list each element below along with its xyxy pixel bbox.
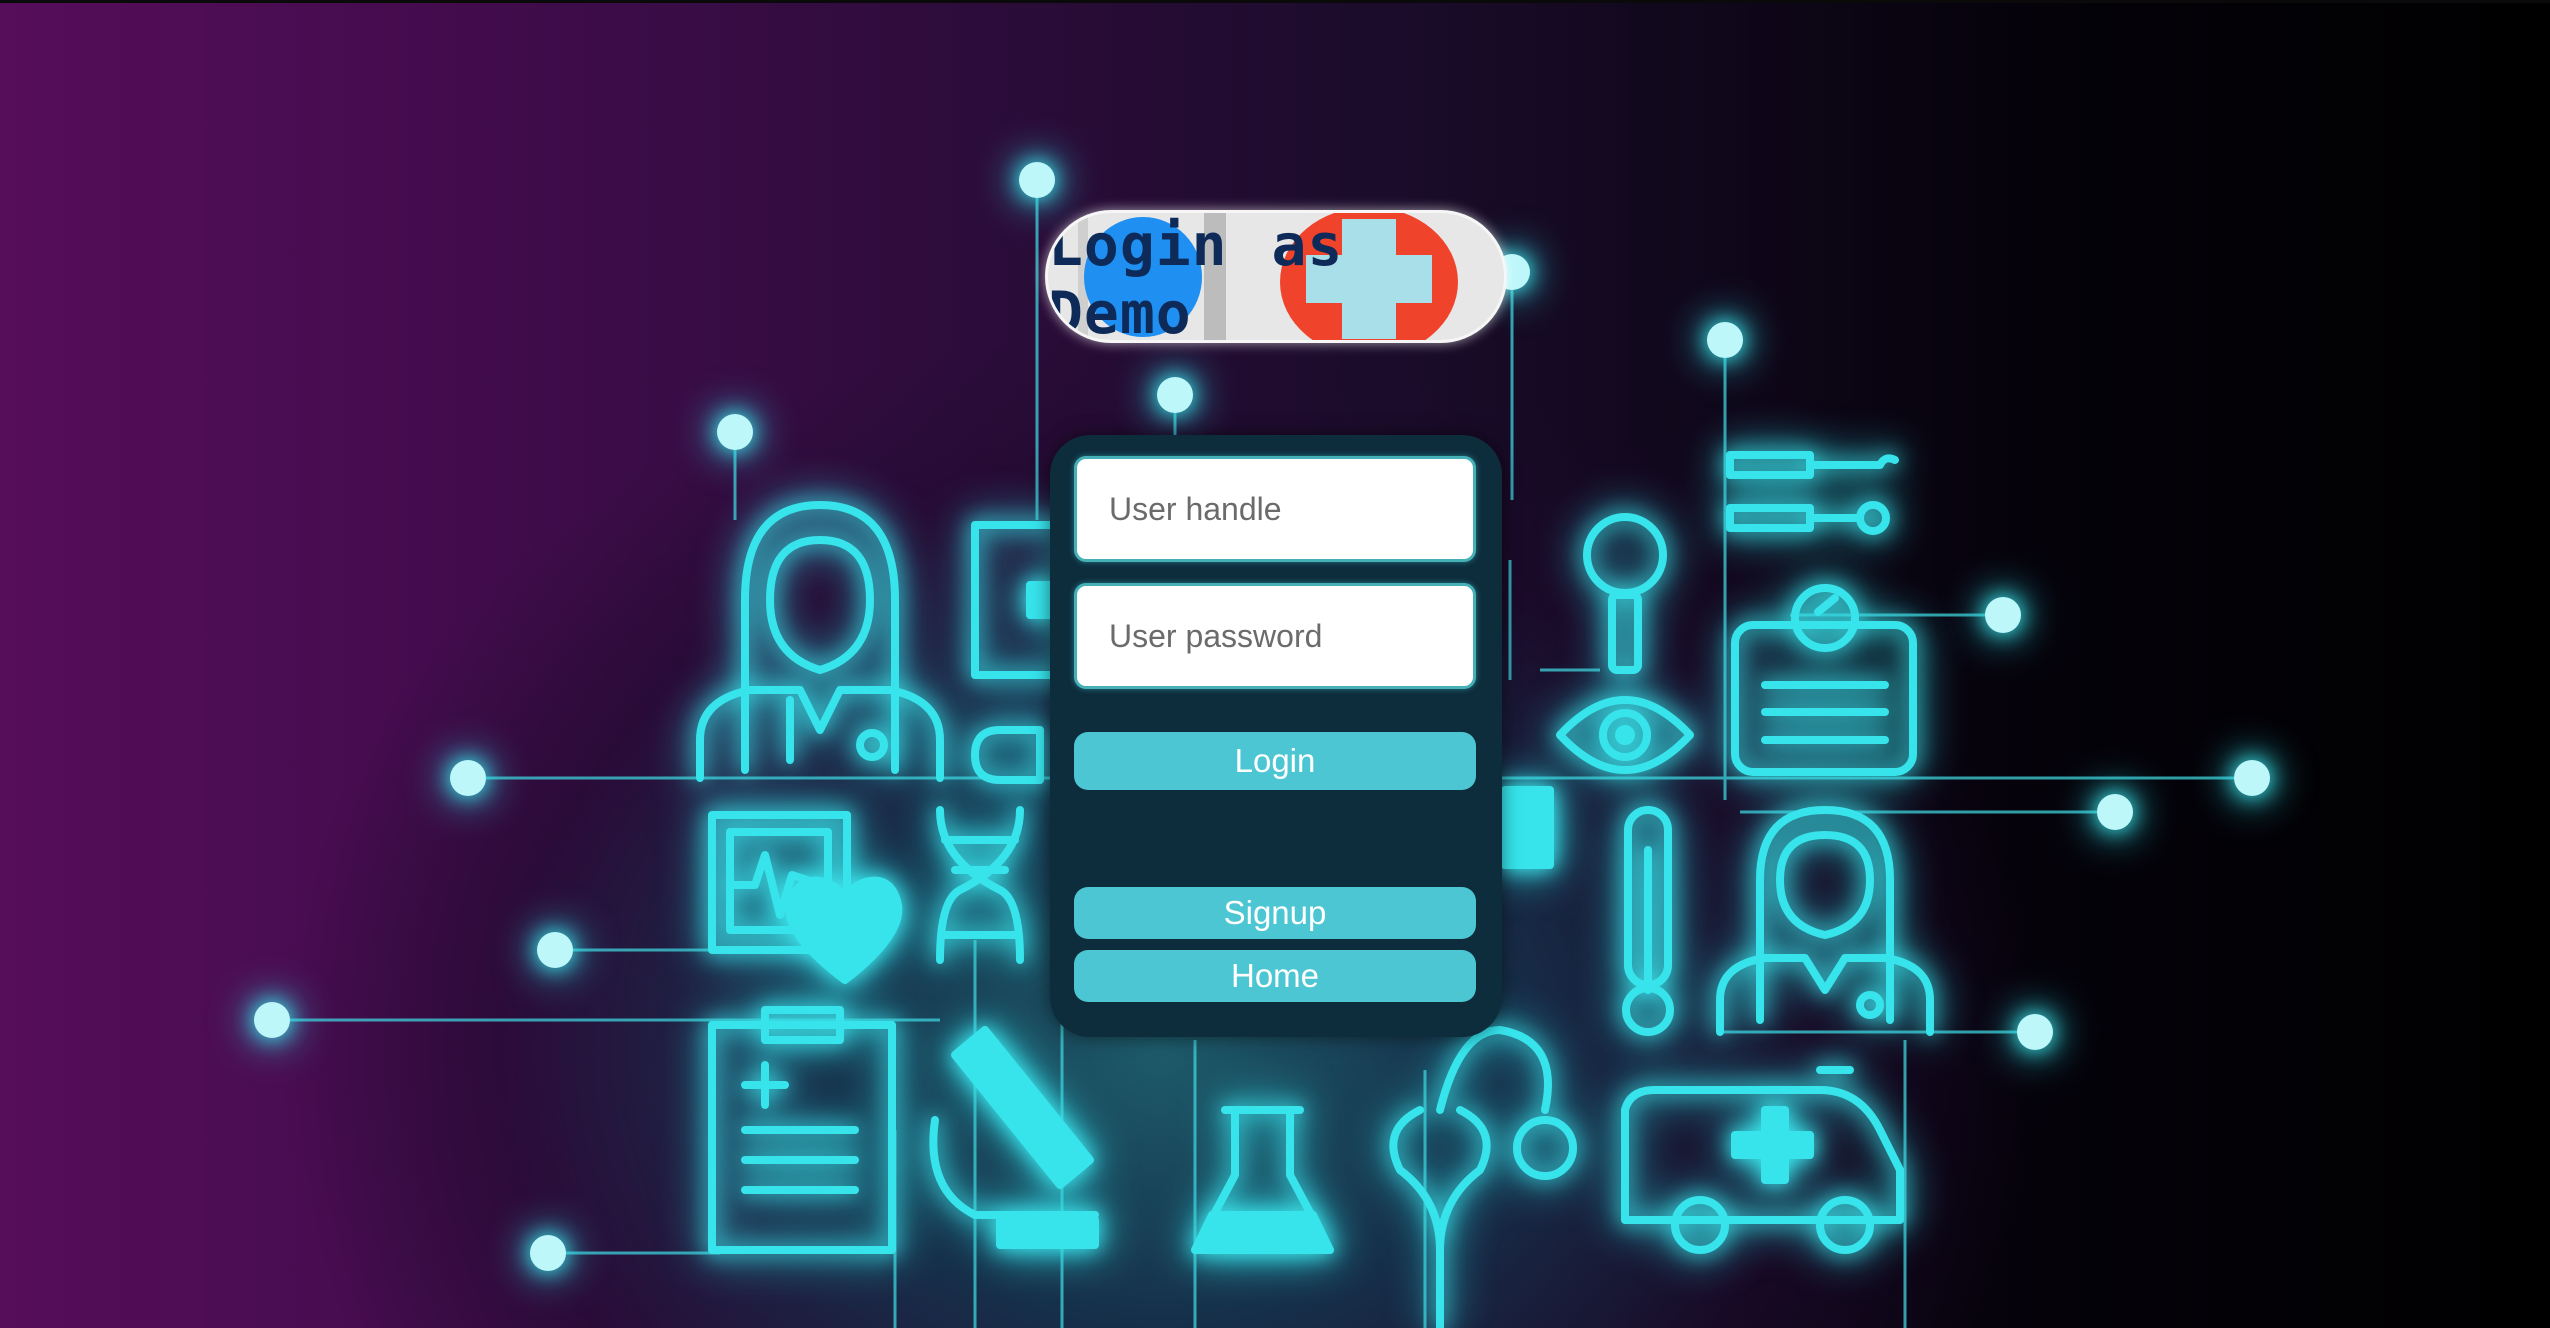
doctor-icon	[1716, 806, 1934, 1036]
microscope-icon	[929, 1026, 1099, 1249]
login-as-demo-button[interactable]: Login as Demo	[1045, 210, 1507, 343]
dna-icon	[936, 806, 1024, 964]
login-panel: Login Signup Home	[1050, 435, 1502, 1037]
flask-icon	[1191, 1106, 1334, 1254]
magnifier-icon	[1583, 513, 1667, 674]
home-button[interactable]: Home	[1074, 950, 1476, 1002]
heart-icon	[785, 876, 903, 984]
thermometer-icon	[1622, 806, 1674, 1036]
signup-button[interactable]: Signup	[1074, 887, 1476, 939]
ambulance-icon	[1621, 1066, 1904, 1254]
login-as-demo-label: Login as Demo	[1048, 210, 1344, 343]
login-button[interactable]: Login	[1074, 732, 1476, 790]
eye-icon	[1556, 696, 1694, 774]
user-password-input[interactable]	[1074, 583, 1476, 689]
user-handle-input[interactable]	[1074, 456, 1476, 562]
clipboard-icon	[708, 1006, 896, 1254]
stethoscope-icon	[1389, 1026, 1577, 1328]
doctor-icon	[696, 501, 944, 782]
